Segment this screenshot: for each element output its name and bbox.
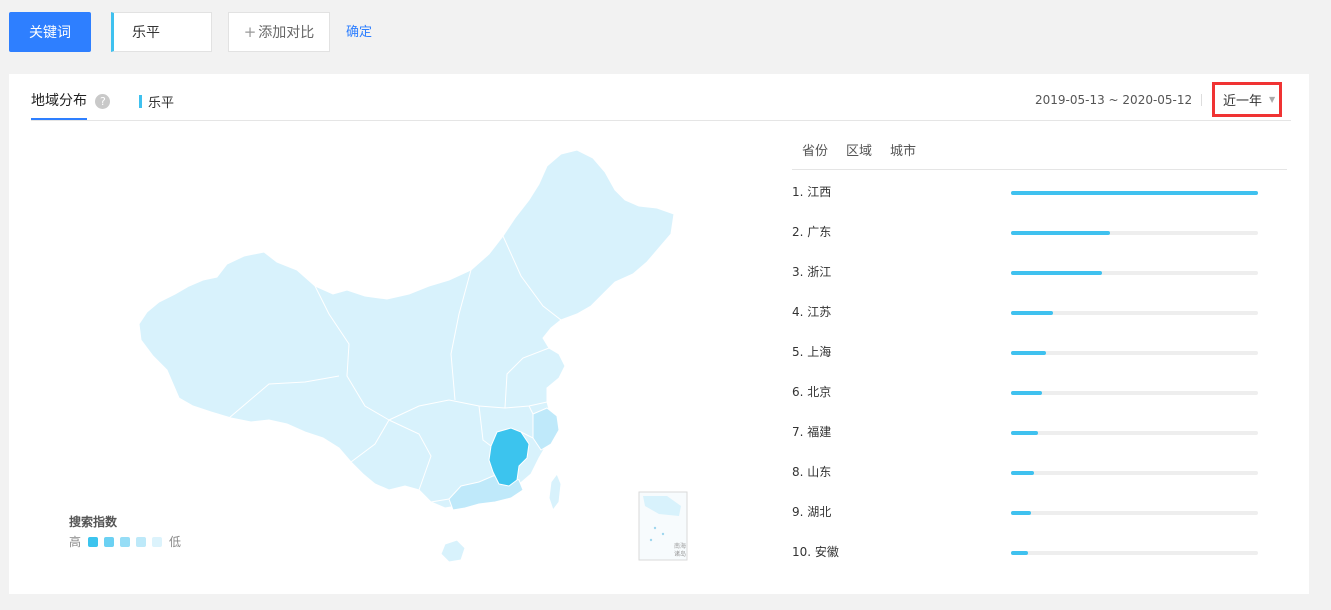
ranking-bar-fill — [1011, 351, 1046, 355]
ranking-row-label: 7. 福建 — [792, 425, 832, 439]
ranking-bar-fill — [1011, 231, 1110, 235]
ranking-bar-fill — [1011, 391, 1042, 395]
date-range: 2019-05-13 ~ 2020-05-12 — [1035, 93, 1193, 107]
ranking-bar-fill — [1011, 471, 1035, 475]
south-sea-label-2: 诸岛 — [674, 550, 686, 558]
ranking-bar-track — [1011, 551, 1258, 555]
ranking-bar-track — [1011, 391, 1258, 395]
ranking-row: 7. 福建 — [792, 419, 1287, 459]
legend-high-label: 高 — [69, 535, 82, 549]
ranking-bar-fill — [1011, 551, 1029, 555]
ranking-row-label: 3. 浙江 — [792, 265, 832, 279]
ranking-row: 8. 山东 — [792, 459, 1287, 499]
ranking-bar-track — [1011, 511, 1258, 515]
map-taiwan — [548, 472, 562, 512]
ranking-row: 9. 湖北 — [792, 499, 1287, 539]
help-icon[interactable]: ? — [95, 94, 111, 109]
map-legend-scale: 高 低 — [69, 533, 181, 550]
ranking-tabs: 省份 区域 城市 — [802, 140, 934, 159]
ranking-bar-track — [1011, 271, 1258, 275]
ranking-row-label: 1. 江西 — [792, 185, 832, 199]
tab-region-distribution[interactable]: 地域分布 ? — [31, 90, 111, 110]
keyword-legend: 乐平 — [139, 92, 174, 111]
ranking-row: 5. 上海 — [792, 339, 1287, 379]
ranking-row: 3. 浙江 — [792, 259, 1287, 299]
ranking-row-label: 10. 安徽 — [792, 545, 839, 559]
ranking-row-label: 4. 江苏 — [792, 305, 832, 319]
tab-region-label: 地域分布 — [31, 93, 87, 109]
tab-city[interactable]: 城市 — [890, 140, 916, 159]
confirm-link[interactable]: 确定 — [346, 21, 372, 40]
legend-swatch — [88, 536, 99, 547]
ranking-row-label: 6. 北京 — [792, 385, 832, 399]
period-select-value: 近一年 — [1223, 94, 1263, 109]
south-sea-inset: 南海 诸岛 — [638, 491, 688, 561]
ranking-row: 6. 北京 — [792, 379, 1287, 419]
legend-swatch — [136, 536, 147, 547]
ranking-bar-track — [1011, 191, 1258, 195]
ranking-bar-track — [1011, 311, 1258, 315]
ranking-bar-fill — [1011, 511, 1031, 515]
map-legend: 搜索指数 高 低 — [69, 513, 181, 550]
china-map: 南海 诸岛 — [119, 144, 699, 574]
ranking-bar-track — [1011, 231, 1258, 235]
china-map-svg: 南海 诸岛 — [138, 149, 688, 563]
legend-swatch — [152, 536, 163, 547]
tab-province[interactable]: 省份 — [802, 140, 828, 159]
ranking-bar-track — [1011, 471, 1258, 475]
legend-swatch — [104, 536, 115, 547]
keyword-input[interactable]: 乐平 — [111, 12, 212, 52]
ranking-bar-track — [1011, 351, 1258, 355]
ranking-row: 2. 广东 — [792, 219, 1287, 259]
legend-swatch — [120, 536, 131, 547]
add-compare-label: 添加对比 — [258, 25, 315, 41]
ranking-row-label: 8. 山东 — [792, 465, 832, 479]
tab-divider — [31, 120, 1291, 121]
ranking-bar-fill — [1011, 271, 1103, 275]
period-select[interactable]: 近一年 ▼ — [1212, 82, 1282, 117]
ranking-bar-fill — [1011, 431, 1039, 435]
ranking-row: 1. 江西 — [792, 179, 1287, 219]
ranking-row: 4. 江苏 — [792, 299, 1287, 339]
divider — [1201, 94, 1202, 106]
ranking-row-label: 9. 湖北 — [792, 505, 832, 519]
ranking-bar-fill — [1011, 191, 1258, 195]
keyword-legend-label: 乐平 — [148, 96, 175, 111]
map-zhejiang — [532, 407, 560, 451]
legend-low-label: 低 — [169, 535, 182, 549]
caret-down-icon: ▼ — [1269, 95, 1276, 104]
ranking-divider — [792, 169, 1287, 170]
ranking-row-label: 5. 上海 — [792, 345, 832, 359]
keyword-button[interactable]: 关键词 — [9, 12, 91, 52]
keyword-color-bar — [139, 95, 142, 108]
ranking-list: 1. 江西 2. 广东 3. 浙江 4. 江苏 5. 上海 6. 北京 7. 福建 8. 山东… — [792, 179, 1287, 579]
south-sea-label-1: 南海 — [674, 542, 686, 550]
region-panel: 地域分布 ? 乐平 2019-05-13 ~ 2020-05-12 近一年 ▼ — [9, 74, 1309, 594]
page-root: 关键词 乐平 + 添加对比 确定 地域分布 ? 乐平 2019-05-13 ~ … — [0, 0, 1331, 610]
add-compare-button[interactable]: + 添加对比 — [228, 12, 330, 52]
ranking-bar-track — [1011, 431, 1258, 435]
map-hainan — [440, 539, 466, 563]
map-legend-title: 搜索指数 — [69, 515, 118, 529]
keyword-value: 乐平 — [132, 25, 160, 41]
tab-area[interactable]: 区域 — [846, 140, 872, 159]
legend-swatches — [85, 536, 165, 547]
plus-icon: + — [243, 23, 257, 41]
ranking-row: 10. 安徽 — [792, 539, 1287, 579]
ranking-row-label: 2. 广东 — [792, 225, 832, 239]
map-landmass — [138, 149, 675, 509]
ranking-bar-fill — [1011, 311, 1053, 315]
